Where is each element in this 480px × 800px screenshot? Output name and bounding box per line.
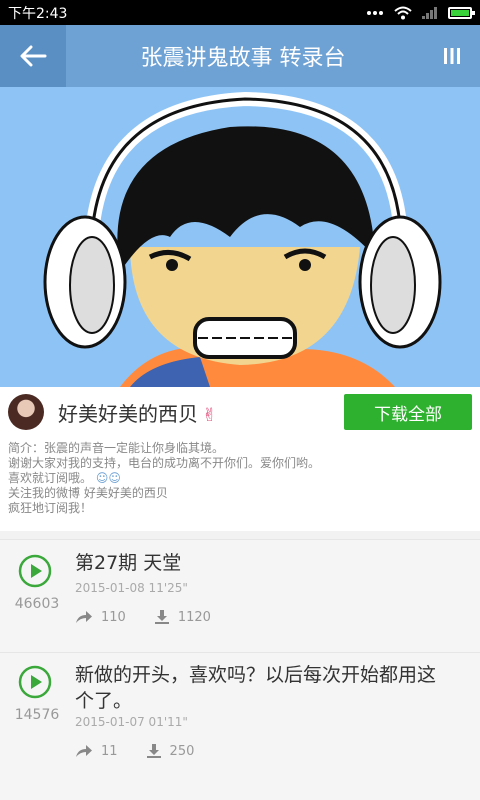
description-line: 谢谢大家对我的支持，电台的成功离不开你们。爱你们哟。 (8, 456, 321, 470)
arrow-left-icon (20, 45, 47, 67)
cover-image (0, 87, 480, 387)
download-icon[interactable] (154, 609, 170, 625)
download-count: 250 (169, 743, 195, 759)
cartoon-headphones-illustration (0, 87, 480, 387)
play-button[interactable] (18, 554, 52, 588)
share-arrow-icon[interactable] (75, 744, 93, 758)
episode-stats: 11 250 (75, 743, 222, 759)
avatar[interactable] (8, 394, 44, 430)
status-time: 下午2:43 (8, 5, 68, 22)
title-bar: 张震讲鬼故事 转录台 (0, 25, 480, 87)
battery-icon (448, 6, 475, 19)
signal-icon (422, 6, 437, 19)
description: 简介：张震的声音一定能让你身临其境。 谢谢大家对我的支持，电台的成功离不开你们。… (0, 437, 480, 531)
more-dots-icon (367, 10, 383, 15)
description-line-text: 喜欢就订阅哦。 (8, 471, 93, 485)
episode-title[interactable]: 第27期 天堂 (75, 550, 440, 576)
share-arrow-icon[interactable] (75, 610, 93, 624)
status-icons (366, 6, 475, 20)
episode-stats: 110 1120 (75, 609, 239, 625)
divider (0, 531, 480, 539)
download-count: 1120 (177, 609, 211, 625)
page-title: 张震讲鬼故事 转录台 (140, 46, 346, 71)
list-item[interactable]: 46603 第27期 天堂 2015-01-08 11'25" 110 1120 (0, 539, 480, 652)
share-count: 110 (101, 609, 126, 625)
author-name[interactable]: 好美好美的西贝 ✌ (58, 398, 344, 427)
play-circle-icon (18, 554, 52, 588)
menu-button[interactable] (424, 25, 480, 87)
download-icon[interactable] (146, 743, 162, 759)
author-row: 好美好美的西贝 ✌ 下载全部 (0, 387, 480, 437)
share-count: 11 (101, 743, 118, 759)
description-line: 简介：张震的声音一定能让你身临其境。 (8, 441, 225, 455)
emoticon-icon: ☺☺ (95, 471, 121, 485)
description-line: 喜欢就订阅哦。 ☺☺ (8, 471, 472, 486)
download-all-button[interactable]: 下载全部 (344, 394, 472, 430)
play-circle-icon (18, 665, 52, 699)
play-button[interactable] (18, 665, 52, 699)
vertical-bars-icon (444, 48, 460, 64)
wifi-icon (394, 6, 412, 19)
author-name-text: 好美好美的西贝 (58, 401, 198, 426)
episode-date: 2015-01-07 01'11" (75, 715, 188, 729)
play-count: 14576 (14, 707, 60, 723)
episode-date: 2015-01-08 11'25" (75, 581, 188, 595)
victory-hand-icon: ✌ (202, 404, 218, 426)
episode-title[interactable]: 新做的开头，喜欢吗？以后每次开始都用这个了。 (75, 662, 440, 714)
status-bar: 下午2:43 (0, 0, 480, 25)
description-line: 关注我的微博 好美好美的西贝 (8, 486, 168, 500)
list-item[interactable]: 14576 新做的开头，喜欢吗？以后每次开始都用这个了。 2015-01-07 … (0, 652, 480, 800)
description-line: 疯狂地订阅我！ (8, 501, 93, 515)
play-count: 46603 (14, 596, 60, 612)
back-button[interactable] (0, 25, 66, 87)
